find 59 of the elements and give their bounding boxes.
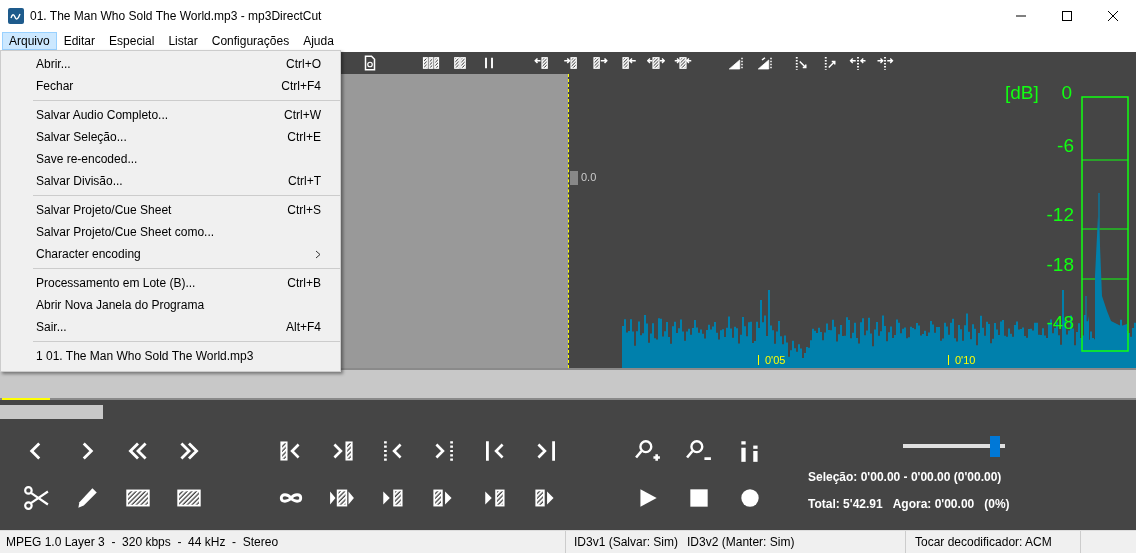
db-scale-label: 0 bbox=[1061, 82, 1072, 104]
arrow-bar-icon[interactable] bbox=[533, 54, 551, 72]
zoom-in-icon[interactable] bbox=[634, 438, 661, 464]
menu-item[interactable]: Especial bbox=[102, 32, 162, 50]
time-tick bbox=[948, 355, 949, 365]
app-icon bbox=[8, 8, 24, 24]
scissors-icon[interactable] bbox=[22, 485, 49, 511]
menu-entry[interactable]: Save re-encoded... bbox=[3, 148, 340, 170]
db-unit-label: [dB] bbox=[1005, 82, 1039, 104]
arrow-bar-icon[interactable] bbox=[562, 54, 580, 72]
menu-entry[interactable]: Processamento em Lote (B)... Ctrl+B bbox=[3, 272, 340, 294]
selection-label: Seleção: 0'00.00 - 0'00.00 (0'00.00) bbox=[808, 470, 1002, 484]
menu-entry[interactable]: Abrir Nova Janela do Programa bbox=[3, 294, 340, 316]
tag-info: ID3v2 (Manter: Sim) bbox=[687, 535, 795, 549]
menu-entry[interactable]: 1 01. The Man Who Sold The World.mp3 bbox=[3, 345, 340, 367]
close-icon[interactable] bbox=[1105, 8, 1121, 24]
time-info: Agora: 0'00.00 bbox=[892, 497, 975, 511]
menu-entry[interactable]: Salvar Projeto/Cue Sheet como... bbox=[3, 221, 340, 243]
menu-item[interactable]: Configurações bbox=[204, 32, 297, 50]
scrollbar[interactable] bbox=[0, 405, 103, 419]
menu-item[interactable]: Editar bbox=[56, 32, 103, 50]
menu-entry[interactable]: Fechar Ctrl+F4 bbox=[3, 75, 340, 97]
slider[interactable] bbox=[903, 436, 1005, 457]
time-label: 0'05 bbox=[765, 354, 786, 366]
overview-strip[interactable] bbox=[0, 368, 1136, 400]
menu-entry[interactable]: Salvar Divisão... Ctrl+T bbox=[3, 170, 340, 192]
bar-arrow-icon[interactable] bbox=[620, 54, 638, 72]
decoder-info: Tocar decodificador: ACM bbox=[915, 535, 1052, 549]
time-info: (0%) bbox=[984, 497, 1010, 511]
position-marker[interactable] bbox=[570, 171, 578, 185]
window-title: 01. The Man Who Sold The World.mp3 - mp3DirectCut bbox=[30, 9, 323, 23]
hatched-bars-icon[interactable] bbox=[422, 54, 440, 72]
dotted-arrows-icon[interactable] bbox=[849, 54, 867, 72]
slider-thumb[interactable] bbox=[990, 436, 1001, 457]
position-mark bbox=[2, 398, 50, 400]
time-tick bbox=[758, 355, 759, 365]
menu-entry[interactable]: Sair... Alt+F4 bbox=[3, 316, 340, 338]
menu-entry[interactable]: Salvar Seleção... Ctrl+E bbox=[3, 126, 340, 148]
arrows-bar-icon[interactable] bbox=[674, 54, 692, 72]
db-scale-label: -12 bbox=[1046, 204, 1074, 226]
dotted-arrows-icon[interactable] bbox=[876, 54, 894, 72]
menu-entry[interactable]: Salvar Projeto/Cue Sheet Ctrl+S bbox=[3, 199, 340, 221]
time-info: Total: 5'42.91 bbox=[808, 497, 883, 511]
ramp-icon[interactable] bbox=[756, 54, 774, 72]
menu-item[interactable]: Arquivo bbox=[2, 32, 57, 50]
menu-entry[interactable]: Salvar Audio Completo... Ctrl+W bbox=[3, 104, 340, 126]
db-scale-label: -18 bbox=[1046, 254, 1074, 276]
maximize-icon[interactable] bbox=[1059, 8, 1075, 24]
menu-item[interactable]: Ajuda bbox=[296, 32, 341, 50]
hatched-bars-icon[interactable] bbox=[451, 54, 469, 72]
menu-item[interactable]: Listar bbox=[161, 32, 205, 50]
menu-entry[interactable]: Character encoding bbox=[3, 243, 340, 265]
tag-info: ID3v1 (Salvar: Sim) bbox=[574, 535, 679, 549]
db-scale-label: -6 bbox=[1057, 135, 1074, 157]
format-info: MPEG 1.0 Layer 3 - 320 kbps - 44 kHz - Stereo bbox=[6, 535, 279, 549]
position-label: 0.0 bbox=[581, 171, 597, 183]
arrows-bar-icon[interactable] bbox=[647, 54, 665, 72]
bar-arrow-icon[interactable] bbox=[591, 54, 609, 72]
time-label: 0'10 bbox=[955, 354, 976, 366]
